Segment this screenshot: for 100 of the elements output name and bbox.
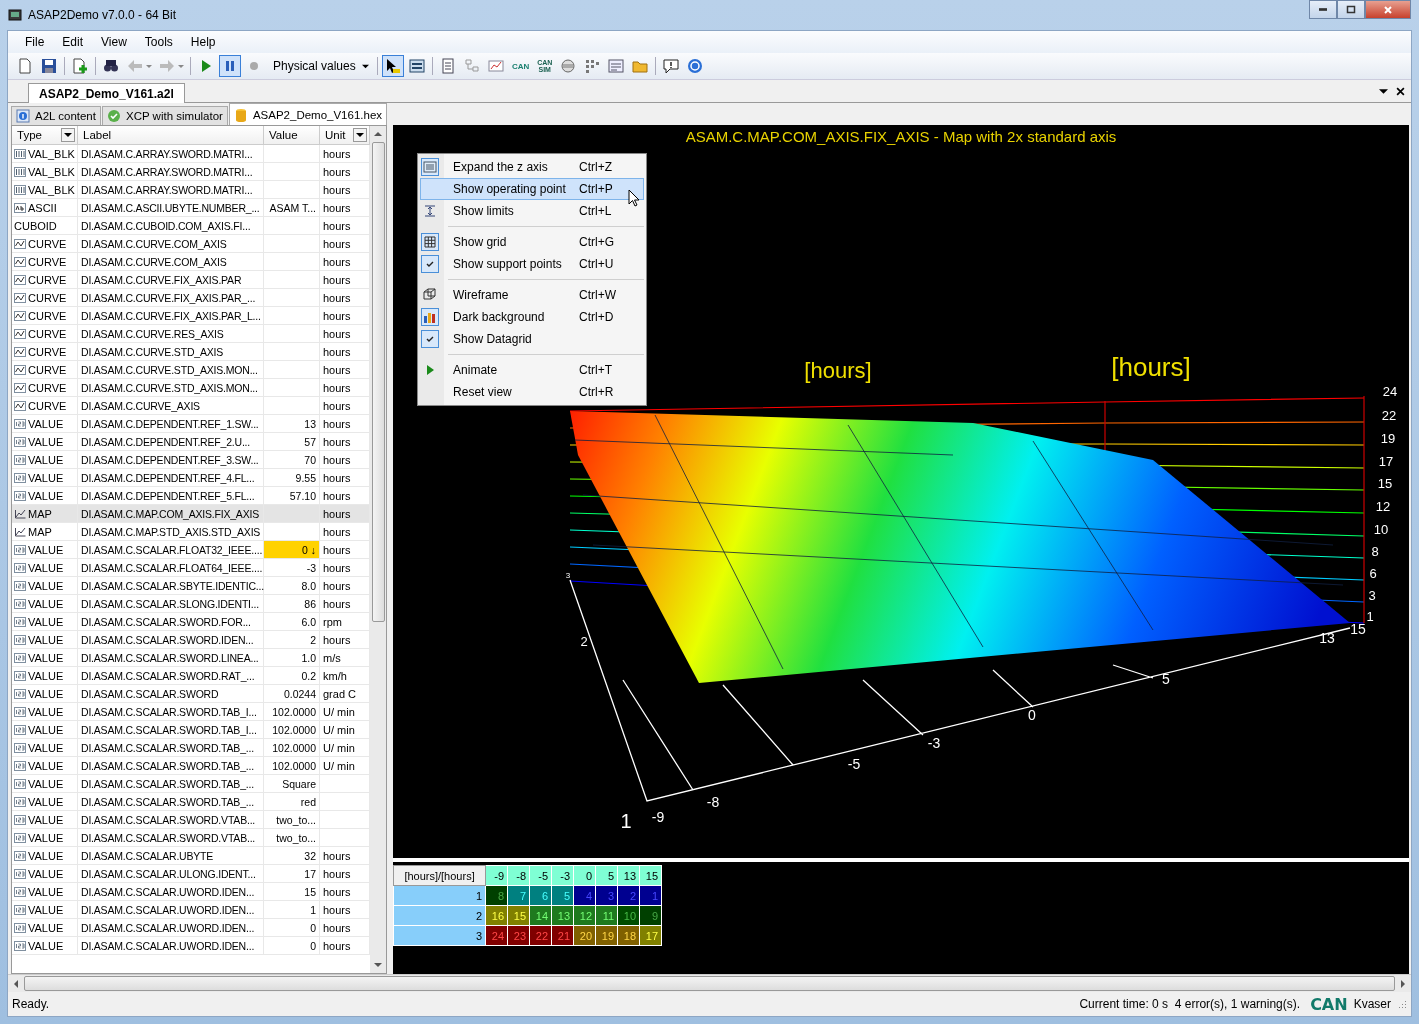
document-tab[interactable]: ASAP2_Demo_V161.a2l [28,83,185,103]
scroll-thumb[interactable] [24,976,1395,991]
vertical-scrollbar[interactable] [370,126,387,973]
filter-dropdown-icon[interactable] [61,128,75,142]
column-header[interactable]: Type [12,126,78,144]
pointer-button[interactable] [381,55,404,77]
view-tab[interactable]: A2L content [11,106,101,125]
table-row[interactable]: VAL_BLK DI.ASAM.C.ARRAY.SWORD.MATRI... hours [12,163,371,181]
table-row[interactable]: VALUE DI.ASAM.C.SCALAR.SWORD.VTAB... two_to... [12,829,371,847]
table-row[interactable]: CURVE DI.ASAM.C.CURVE.RES_AXIS hours [12,325,371,343]
resize-grip-icon[interactable] [1397,999,1407,1009]
type-text: VALUE [28,705,64,718]
menu-item[interactable]: View [92,35,136,49]
table-row[interactable]: VALUE DI.ASAM.C.SCALAR.FLOAT32_IEEE.... 0 ↓ hours [12,541,371,559]
menu-item[interactable]: Show support points Ctrl+U [420,253,645,275]
table-row[interactable]: VALUE DI.ASAM.C.SCALAR.ULONG.IDENT... 17 hours [12,865,371,883]
table-row[interactable]: VALUE DI.ASAM.C.SCALAR.SWORD.RAT_... 0.2 km/h [12,667,371,685]
table-row[interactable]: VALUE DI.ASAM.C.SCALAR.SWORD.TAB_I... 102.0000 U/ min [12,703,371,721]
table-row[interactable]: VALUE DI.ASAM.C.SCALAR.UWORD.IDEN... 0 hours [12,937,371,955]
number-type-icon [14,868,26,879]
value-cell: 102.0000 [264,721,320,738]
menu-item[interactable]: Edit [53,35,93,49]
table-row[interactable]: CURVE DI.ASAM.C.CURVE_AXIS hours [12,397,371,415]
scroll-down-icon[interactable] [374,962,383,968]
type-text: VALUE [28,939,64,952]
value-cell: 0.2 [264,667,320,684]
table-row[interactable]: MAP DI.ASAM.C.MAP.COM_AXIS.FIX_AXIS hours [12,505,371,523]
table-row[interactable]: CUBOID DI.ASAM.C.CUBOID.COM_AXIS.FI... hours [12,217,371,235]
menu-item[interactable]: Reset view Ctrl+R [420,381,645,403]
shortcut-text: Ctrl+D [579,310,615,324]
view-tab[interactable]: XCP with simulator [101,106,228,125]
table-row[interactable]: VAL_BLK DI.ASAM.C.ARRAY.SWORD.MATRI... hours [12,145,371,163]
scroll-thumb[interactable] [371,142,385,622]
table-row[interactable]: VALUE DI.ASAM.C.DEPENDENT.REF_4.FL... 9.55 hours [12,469,371,487]
table-row[interactable]: VALUE DI.ASAM.C.SCALAR.SLONG.IDENTI... 86 hours [12,595,371,613]
close-icon[interactable] [1396,86,1405,96]
table-row[interactable]: VALUE DI.ASAM.C.SCALAR.SBYTE.IDENTIC... 8.0 hours [12,577,371,595]
label-cell: DI.ASAM.C.CURVE_AXIS [78,397,264,414]
maximize-button[interactable] [1337,0,1365,19]
table-row[interactable]: VALUE DI.ASAM.C.DEPENDENT.REF_3.SW... 70 hours [12,451,371,469]
table-row[interactable]: CURVE DI.ASAM.C.CURVE.STD_AXIS.MON... hours [12,379,371,397]
table-row[interactable]: CURVE DI.ASAM.C.CURVE.STD_AXIS hours [12,343,371,361]
number-type-icon [14,616,26,627]
view-tab[interactable]: ASAP2_Demo_V161.hex [228,103,388,125]
column-header[interactable]: Value [264,126,320,144]
table-row[interactable]: VALUE DI.ASAM.C.SCALAR.FLOAT64_IEEE.... -3 hours [12,559,371,577]
menu-item[interactable]: Show grid Ctrl+G [420,231,645,253]
table-row[interactable]: VALUE DI.ASAM.C.DEPENDENT.REF_2.U... 57 hours [12,433,371,451]
scroll-up-icon[interactable] [374,131,383,137]
table-row[interactable]: VALUE DI.ASAM.C.SCALAR.UBYTE 32 hours [12,847,371,865]
table-row[interactable]: VALUE DI.ASAM.C.SCALAR.UWORD.IDEN... 15 hours [12,883,371,901]
table-row[interactable]: VALUE DI.ASAM.C.SCALAR.UWORD.IDEN... 1 hours [12,901,371,919]
table-row[interactable]: CURVE DI.ASAM.C.CURVE.STD_AXIS.MON... hours [12,361,371,379]
table-row[interactable]: VALUE DI.ASAM.C.SCALAR.SWORD.VTAB... two_to... [12,811,371,829]
table-row[interactable]: CURVE DI.ASAM.C.CURVE.FIX_AXIS.PAR_L... hours [12,307,371,325]
table-row[interactable]: VALUE DI.ASAM.C.DEPENDENT.REF_1.SW... 13 hours [12,415,371,433]
filter-dropdown-icon[interactable] [353,128,367,142]
menu-item[interactable]: Animate Ctrl+T [420,359,645,381]
table-row[interactable]: VALUE DI.ASAM.C.SCALAR.SWORD.IDEN... 2 hours [12,631,371,649]
menu-item[interactable]: Expand the z axis Ctrl+Z [420,156,645,178]
column-header[interactable]: Label [78,126,264,144]
table-row[interactable]: VALUE DI.ASAM.C.SCALAR.SWORD.TAB_... 102.0000 U/ min [12,739,371,757]
can-button[interactable]: CAN [508,55,533,77]
scroll-right-icon[interactable] [1400,979,1406,988]
menu-item[interactable]: Wireframe Ctrl+W [420,284,645,306]
close-button[interactable] [1365,0,1411,19]
label-cell: DI.ASAM.C.CURVE.FIX_AXIS.PAR_L... [78,307,264,324]
table-row[interactable]: CURVE DI.ASAM.C.CURVE.FIX_AXIS.PAR_... hours [12,289,371,307]
scroll-left-icon[interactable] [13,979,19,988]
column-header[interactable]: Unit [320,126,370,144]
menu-item[interactable]: Tools [135,35,182,49]
value-mode-dropdown[interactable]: Physical values [267,55,373,77]
table-row[interactable]: VALUE DI.ASAM.C.SCALAR.SWORD 0.0244 grad C [12,685,371,703]
table-row[interactable]: CURVE DI.ASAM.C.CURVE.COM_AXIS hours [12,235,371,253]
table-row[interactable]: ASCII DI.ASAM.C.ASCII.UBYTE.NUMBER_... ASAM T... hours [12,199,371,217]
table-row[interactable]: VALUE DI.ASAM.C.SCALAR.UWORD.IDEN... 0 hours [12,919,371,937]
type-text: VALUE [28,435,64,448]
horizontal-scrollbar[interactable] [8,974,1411,992]
table-row[interactable]: VALUE DI.ASAM.C.SCALAR.SWORD.FOR... 6.0 rpm [12,613,371,631]
table-row[interactable]: VALUE DI.ASAM.C.SCALAR.SWORD.TAB_... Square [12,775,371,793]
curve-type-icon [14,328,26,339]
pause-button[interactable] [219,55,241,77]
table-row[interactable]: VALUE DI.ASAM.C.SCALAR.SWORD.TAB_I... 102.0000 U/ min [12,721,371,739]
array-type-icon [14,184,26,195]
table-row[interactable]: VALUE DI.ASAM.C.SCALAR.SWORD.TAB_... 102.0000 U/ min [12,757,371,775]
dropdown-arrow-icon[interactable] [1379,86,1388,96]
table-row[interactable]: VALUE DI.ASAM.C.SCALAR.SWORD.TAB_... red [12,793,371,811]
table-row[interactable]: VAL_BLK DI.ASAM.C.ARRAY.SWORD.MATRI... hours [12,181,371,199]
table-row[interactable]: CURVE DI.ASAM.C.CURVE.COM_AXIS hours [12,253,371,271]
menu-item[interactable]: Show limits Ctrl+L [420,200,645,222]
table-row[interactable]: CURVE DI.ASAM.C.CURVE.FIX_AXIS.PAR hours [12,271,371,289]
table-row[interactable]: VALUE DI.ASAM.C.SCALAR.SWORD.LINEA... 1.0 m/s [12,649,371,667]
minimize-button[interactable] [1309,0,1337,19]
menu-item[interactable]: Dark background Ctrl+D [420,306,645,328]
grid-column-header: -3 [551,865,574,886]
menu-item[interactable]: File [16,35,54,49]
menu-item[interactable]: Show Datagrid [420,328,645,350]
menu-item[interactable]: Show operating point Ctrl+P [420,178,645,200]
value-cell: 57.10 [264,487,320,504]
menu-item[interactable]: Help [181,35,225,49]
